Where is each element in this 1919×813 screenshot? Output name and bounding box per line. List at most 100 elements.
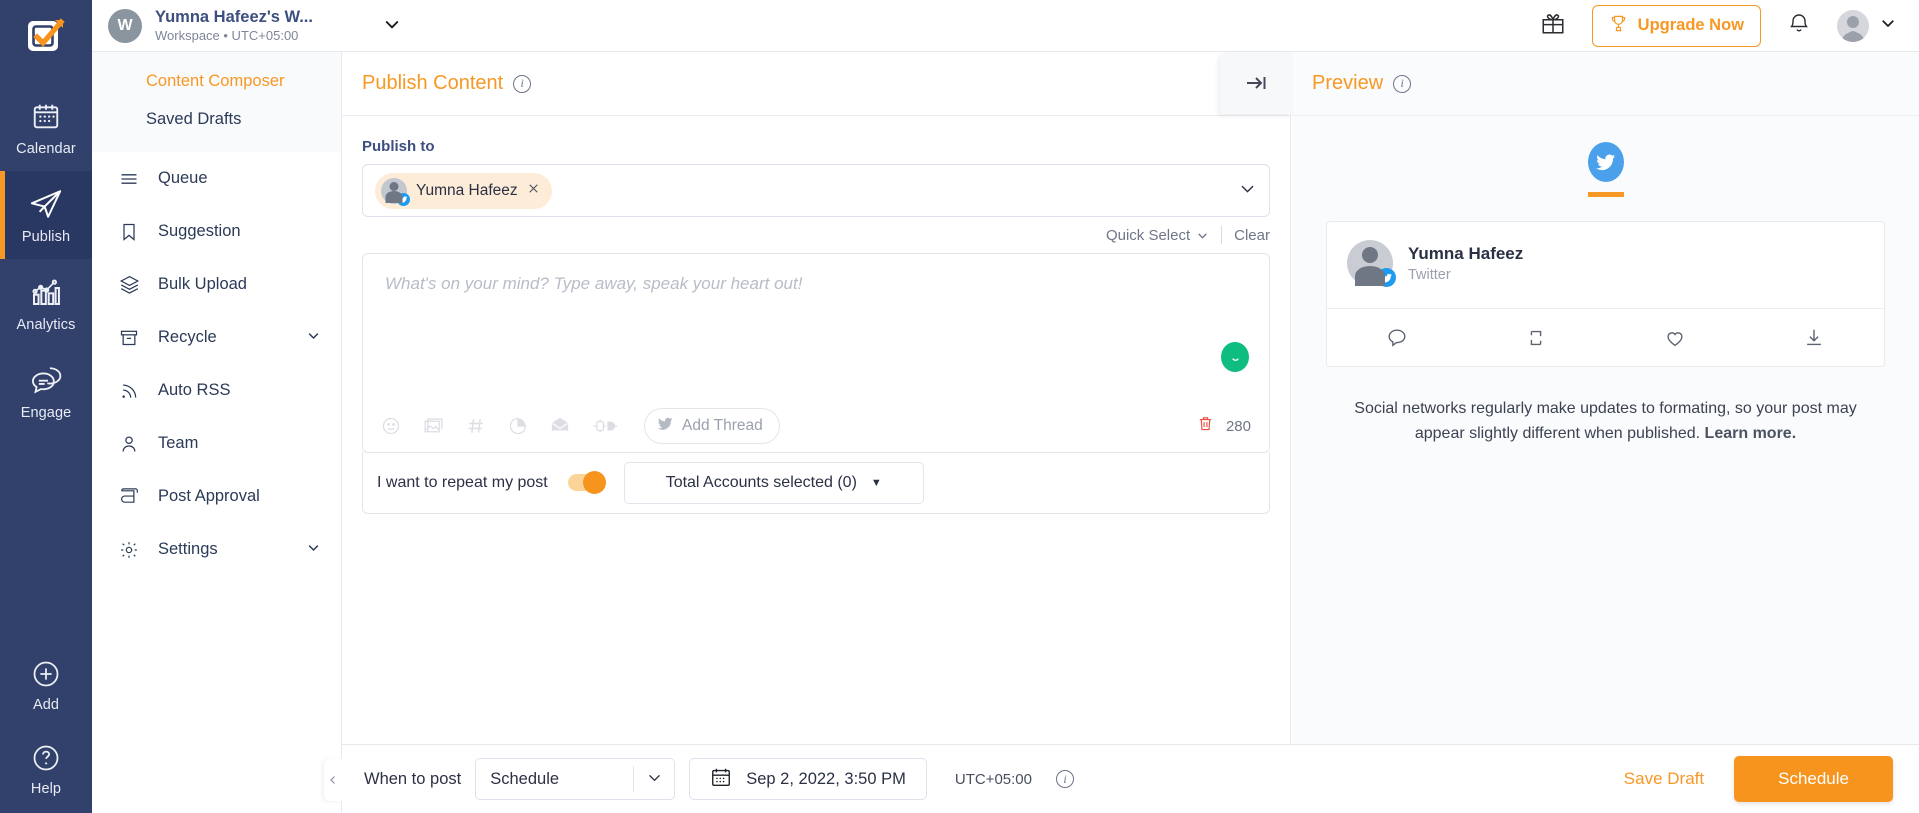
- sidebar-item-label: Queue: [158, 169, 208, 187]
- total-accounts-label: Total Accounts selected (0): [665, 473, 857, 491]
- sidebar-subitem-label: Saved Drafts: [146, 109, 242, 128]
- sidebar-item-suggestion[interactable]: Suggestion: [92, 205, 341, 258]
- chat-bubbles-icon: [29, 361, 63, 399]
- sidebar-item-queue[interactable]: Queue: [92, 152, 341, 205]
- sidebar-item-label: Calendar: [16, 141, 76, 157]
- image-icon[interactable]: [423, 416, 444, 437]
- total-accounts-select[interactable]: Total Accounts selected (0) ▼: [623, 461, 924, 504]
- tweet-author-text: Yumna Hafeez Twitter: [1408, 244, 1523, 283]
- sidebar-item-label: Analytics: [16, 317, 76, 333]
- user-menu[interactable]: [1837, 9, 1897, 42]
- when-to-post-label: When to post: [364, 769, 462, 788]
- tweet-author-name: Yumna Hafeez: [1408, 243, 1524, 263]
- add-thread-button[interactable]: Add Thread: [644, 408, 780, 444]
- gift-icon[interactable]: [1540, 10, 1566, 41]
- chevron-down-icon[interactable]: [382, 14, 402, 38]
- learn-more-link[interactable]: Learn more.: [1705, 425, 1797, 442]
- chevron-down-icon[interactable]: [1238, 179, 1257, 202]
- gear-icon: [118, 540, 140, 560]
- composer-panel-header: Publish Content i: [342, 52, 1290, 116]
- sidebar-item-label: Publish: [21, 229, 71, 245]
- share-icon[interactable]: [1803, 327, 1825, 349]
- sidebar-item-label: Recycle: [158, 328, 217, 346]
- workspace-avatar: W: [108, 8, 142, 43]
- chevron-down-icon[interactable]: [306, 540, 321, 560]
- close-icon[interactable]: [527, 182, 540, 199]
- sidebar-item-recycle[interactable]: Recycle: [92, 311, 341, 364]
- schedule-button[interactable]: Schedule: [1734, 756, 1893, 802]
- sidebar-item-settings[interactable]: Settings: [92, 523, 341, 576]
- schedule-controls: When to post Schedule Sep 2, 2022, 3:50 …: [364, 758, 1074, 800]
- app-logo[interactable]: [24, 14, 68, 63]
- smiley-icon[interactable]: [1221, 342, 1249, 372]
- sidebar-item-team[interactable]: Team: [92, 417, 341, 470]
- info-icon[interactable]: i: [513, 74, 532, 93]
- sidebar-item-label: Suggestion: [158, 222, 241, 240]
- tweet-network-label: Twitter: [1408, 266, 1451, 283]
- bell-icon[interactable]: [1787, 11, 1811, 40]
- chevron-down-icon[interactable]: [1879, 14, 1897, 37]
- sidebar-item-auto-rss[interactable]: Auto RSS: [92, 364, 341, 417]
- heart-icon[interactable]: [1664, 327, 1686, 349]
- sidebar-item-engage[interactable]: Engage: [0, 347, 92, 435]
- sidebar-item-bulk-upload[interactable]: Bulk Upload: [92, 258, 341, 311]
- datetime-picker[interactable]: Sep 2, 2022, 3:50 PM: [689, 758, 927, 800]
- info-icon[interactable]: i: [1393, 74, 1412, 93]
- emoji-icon[interactable]: [381, 416, 401, 436]
- plus-circle-icon: [31, 655, 61, 693]
- save-draft-button[interactable]: Save Draft: [1624, 769, 1704, 789]
- envelope-icon[interactable]: [550, 416, 570, 436]
- workspace-text: Yumna Hafeez's W... Workspace • UTC+05:0…: [155, 7, 313, 44]
- user-icon: [118, 434, 140, 454]
- preview-disclaimer: Social networks regularly make updates t…: [1326, 397, 1885, 447]
- sidebar-item-label: Team: [158, 434, 199, 452]
- trash-icon[interactable]: [1197, 415, 1214, 437]
- divider: [1221, 226, 1223, 244]
- quick-select-label: Quick Select: [1105, 226, 1191, 244]
- retweet-icon[interactable]: [1525, 327, 1547, 349]
- sidebar-item-saved-drafts[interactable]: Saved Drafts: [0, 100, 341, 138]
- chevron-down-icon: [634, 769, 674, 789]
- bookmark-icon: [118, 222, 140, 242]
- schedule-mode-select[interactable]: Schedule: [475, 758, 676, 800]
- caret-down-icon: ▼: [870, 476, 882, 489]
- app-root: Calendar Publish Analytics Engage Add He…: [0, 0, 1919, 813]
- upgrade-label: Upgrade Now: [1637, 16, 1744, 34]
- reply-icon[interactable]: [1386, 327, 1408, 349]
- avatar: [1837, 9, 1869, 42]
- help-button[interactable]: Help: [0, 731, 92, 805]
- add-button[interactable]: Add: [0, 647, 92, 721]
- rail-bottom-group: Add Help: [0, 647, 92, 805]
- add-thread-label: Add Thread: [682, 417, 763, 434]
- avatar: [381, 177, 410, 206]
- collapse-sidebar-button[interactable]: [324, 759, 342, 801]
- repeat-post-toggle[interactable]: [567, 471, 606, 494]
- sidebar-item-publish[interactable]: Publish: [0, 171, 92, 259]
- post-editor[interactable]: What's on your mind? Type away, speak yo…: [363, 254, 1269, 314]
- chevron-down-icon[interactable]: [306, 328, 321, 348]
- selected-account-chip[interactable]: Yumna Hafeez: [375, 172, 552, 209]
- editor-toolbar-right: 280: [1197, 415, 1251, 437]
- hashtag-icon[interactable]: [466, 416, 486, 436]
- add-label: Add: [32, 697, 60, 713]
- workspace-switcher[interactable]: W Yumna Hafeez's W... Workspace • UTC+05…: [92, 7, 402, 44]
- info-icon[interactable]: i: [1055, 770, 1074, 788]
- sidebar-item-analytics[interactable]: Analytics: [0, 259, 92, 347]
- twitter-bird-icon: [1587, 142, 1624, 182]
- accounts-select-box[interactable]: Yumna Hafeez: [362, 164, 1270, 217]
- upgrade-now-button[interactable]: Upgrade Now: [1591, 4, 1761, 47]
- clear-button[interactable]: Clear: [1234, 227, 1270, 244]
- preview-tab-twitter[interactable]: [1587, 142, 1624, 197]
- quick-select-row: Quick Select Clear: [362, 217, 1270, 253]
- question-circle-icon: [31, 739, 61, 777]
- sidebar-item-content-composer[interactable]: Content Composer: [0, 62, 341, 100]
- pie-chart-icon[interactable]: [508, 416, 528, 436]
- header-actions: Upgrade Now: [1540, 4, 1919, 47]
- secondary-sidebar: Publish Content Content Composer Saved D…: [92, 0, 342, 813]
- quick-select-dropdown[interactable]: Quick Select: [1106, 227, 1209, 244]
- top-header-bar: W Yumna Hafeez's W... Workspace • UTC+05…: [92, 0, 1919, 52]
- collapse-preview-button[interactable]: [1220, 52, 1292, 114]
- plug-icon[interactable]: [592, 417, 618, 435]
- sidebar-item-post-approval[interactable]: Post Approval: [92, 470, 341, 523]
- tweet-preview-card: Yumna Hafeez Twitter: [1326, 221, 1885, 367]
